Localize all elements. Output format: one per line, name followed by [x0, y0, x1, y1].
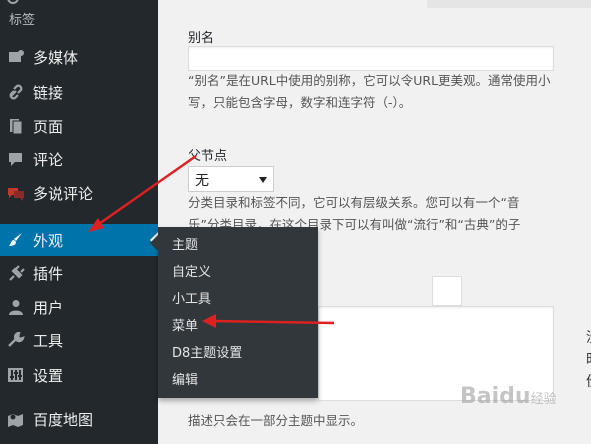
- sidebar-item-label: 链接: [33, 84, 64, 102]
- baidu-watermark: Baidu经验: [460, 384, 557, 409]
- comment-icon: [9, 153, 22, 166]
- appearance-submenu: 主题 自定义 小工具 菜单 D8主题设置 编辑: [150, 227, 318, 398]
- submenu-item-themes[interactable]: 主题: [172, 234, 198, 253]
- sidebar-item-plugins[interactable]: 插件: [0, 257, 158, 289]
- sidebar-item-pages[interactable]: 页面: [0, 110, 158, 142]
- link-icon: [9, 84, 23, 100]
- sidebar-item-duoshuo[interactable]: 多说评论: [0, 177, 158, 209]
- right-panel-glyph: 份: [586, 371, 591, 391]
- sidebar-item-label: 多说评论: [33, 185, 94, 203]
- parent-select-value: 无: [195, 173, 209, 189]
- user-icon: [9, 300, 23, 315]
- sidebar-item-label: 插件: [33, 265, 64, 283]
- right-panel-glyph: 时: [586, 349, 591, 369]
- chevron-down-icon: [259, 177, 267, 183]
- submenu-item-d8-theme-settings[interactable]: D8主题设置: [172, 342, 242, 361]
- sidebar-item-appearance[interactable]: 外观: [0, 224, 158, 256]
- plugin-icon: [9, 265, 25, 281]
- slug-label: 别名: [188, 31, 215, 46]
- sidebar-item-label: 工具: [33, 332, 64, 350]
- duoshuo-comment-icon: [8, 188, 24, 201]
- settings-sliders-icon: [8, 368, 23, 382]
- watermark-subtext: 经验: [530, 392, 557, 407]
- sidebar-item-label: 外观: [33, 232, 64, 250]
- right-panel: 没 时 份: [427, 0, 591, 444]
- right-panel-glyph: 没: [586, 327, 591, 347]
- parent-select[interactable]: 无: [188, 166, 274, 192]
- submenu-item-widgets[interactable]: 小工具: [172, 288, 211, 307]
- appearance-brush-icon: [9, 233, 22, 246]
- admin-sidebar: 标签 多媒体 链接 页面 评论 多说评论 外观 插件 用户 工具 设置 百度地图: [0, 0, 158, 444]
- pages-icon: [10, 119, 23, 134]
- parent-label: 父节点: [188, 149, 228, 164]
- media-icon: [9, 50, 24, 62]
- tools-wrench-icon: [8, 332, 25, 347]
- sidebar-item-media[interactable]: 多媒体: [0, 41, 158, 73]
- map-icon: [8, 414, 23, 427]
- submenu-item-menus[interactable]: 菜单: [172, 315, 198, 334]
- sidebar-item-comments[interactable]: 评论: [0, 143, 158, 175]
- sidebar-item-label: 评论: [33, 151, 64, 169]
- sidebar-item-label: 用户: [33, 299, 64, 317]
- watermark-text: Baidu: [460, 384, 531, 409]
- sidebar-item-label: 多媒体: [33, 49, 79, 67]
- sidebar-top-item[interactable]: 标签: [0, 0, 158, 32]
- submenu-item-editor[interactable]: 编辑: [172, 369, 198, 388]
- sidebar-item-tools[interactable]: 工具: [0, 324, 158, 356]
- sidebar-item-label: 百度地图: [33, 411, 94, 429]
- sidebar-item-baidu-map[interactable]: 百度地图: [0, 403, 158, 435]
- dashboard-icon: [7, 0, 19, 4]
- sidebar-item-label: 页面: [33, 118, 64, 136]
- submenu-pointer: [150, 235, 158, 251]
- right-panel-input[interactable]: [432, 276, 462, 306]
- sidebar-item-settings[interactable]: 设置: [0, 359, 158, 391]
- sidebar-item-label: 设置: [33, 367, 64, 385]
- submenu-item-customize[interactable]: 自定义: [172, 261, 211, 280]
- sidebar-item-users[interactable]: 用户: [0, 291, 158, 323]
- right-panel-top-bar: [427, 0, 591, 8]
- sidebar-item-links[interactable]: 链接: [0, 76, 158, 108]
- sidebar-item-tags-label[interactable]: 标签: [9, 9, 35, 28]
- description-note: 描述只会在一部分主题中显示。: [188, 413, 364, 428]
